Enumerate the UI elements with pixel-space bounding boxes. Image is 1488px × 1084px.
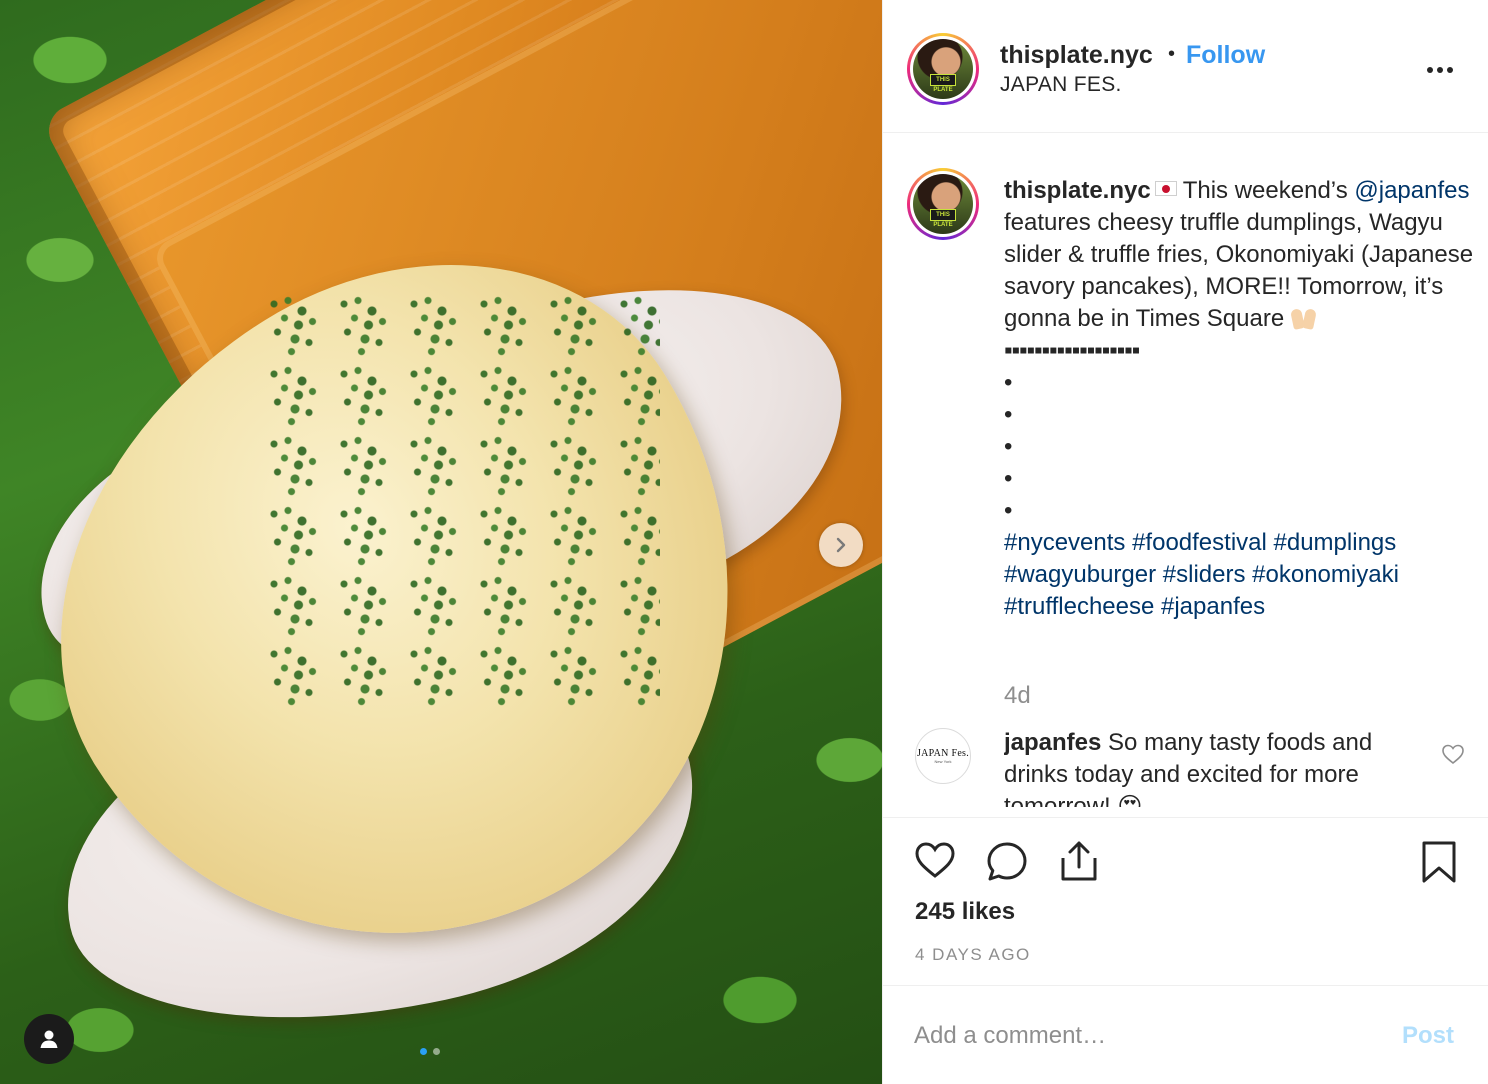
hashtag[interactable]: #nycevents <box>1004 529 1125 556</box>
carousel-dot <box>433 1048 440 1055</box>
commenter-username[interactable]: japanfes <box>1004 729 1101 756</box>
carousel-indicator <box>420 1048 440 1055</box>
post-photo[interactable] <box>0 0 882 1084</box>
post-header: THIS PLATE thisplate.nyc • Follow JAPAN … <box>883 0 1488 133</box>
follow-button[interactable]: Follow <box>1186 41 1265 70</box>
caption-bullet: • <box>1004 369 1013 396</box>
caption-text: This weekend’s <box>1182 177 1348 204</box>
caption-bullet: • <box>1004 401 1013 428</box>
comment-like-icon[interactable] <box>1441 743 1465 765</box>
caption-divider: ▪▪▪▪▪▪▪▪▪▪▪▪▪▪▪▪▪▪ <box>1004 337 1140 364</box>
post-actions: 245 likes 4 DAYS AGO <box>883 817 1488 985</box>
caption-mention[interactable]: @japanfes <box>1354 177 1469 204</box>
author-username[interactable]: thisplate.nyc <box>1000 41 1153 70</box>
hashtag[interactable]: #japanfes <box>1161 593 1265 620</box>
user-tag-icon <box>40 1030 58 1048</box>
comment: japanfes So many tasty foods and drinks … <box>1004 727 1424 807</box>
post-caption: thisplate.nyc This weekend’s @japanfes fe… <box>1004 175 1474 623</box>
post-comment-button[interactable]: Post <box>1402 1022 1454 1050</box>
heart-eyes-icon: 😍 <box>1117 793 1143 807</box>
japan-flag-icon <box>1154 181 1177 196</box>
caption-age[interactable]: 4d <box>1004 682 1031 710</box>
caption-bullet: • <box>1004 465 1013 492</box>
author-avatar[interactable]: THIS PLATE <box>907 33 979 105</box>
chevron-right-icon <box>836 537 846 553</box>
likes-count[interactable]: 245 likes <box>915 898 1015 926</box>
hashtag[interactable]: #foodfestival <box>1132 529 1267 556</box>
caption-bullet: • <box>1004 433 1013 460</box>
carousel-next-button[interactable] <box>819 523 863 567</box>
comment-input[interactable] <box>914 1018 1354 1054</box>
separator-dot: • <box>1168 43 1176 65</box>
user-tag-button[interactable] <box>24 1014 74 1064</box>
commenter-logo-subtext: New York <box>934 759 952 764</box>
hashtag[interactable]: #sliders <box>1163 561 1246 588</box>
post-timestamp[interactable]: 4 DAYS AGO <box>915 945 1031 965</box>
caption-username[interactable]: thisplate.nyc <box>1004 177 1151 204</box>
hashtag[interactable]: #wagyuburger <box>1004 561 1156 588</box>
carousel-dot-active <box>420 1048 427 1055</box>
caption-author-avatar[interactable]: THIS PLATE <box>907 168 979 240</box>
post-location[interactable]: JAPAN FES. <box>1000 73 1122 97</box>
bookmark-icon[interactable] <box>1419 840 1459 884</box>
parsley-garnish <box>260 290 660 710</box>
commenter-avatar[interactable]: JAPAN Fes. New York <box>915 728 971 784</box>
heart-icon[interactable] <box>913 840 957 880</box>
hashtag[interactable]: #trufflecheese <box>1004 593 1154 620</box>
raising-hands-icon <box>1289 307 1317 330</box>
add-comment-bar: Post <box>883 985 1488 1084</box>
hashtag[interactable]: #dumplings <box>1274 529 1397 556</box>
more-options-button[interactable] <box>1427 60 1457 80</box>
post-details-panel: THIS PLATE thisplate.nyc • Follow JAPAN … <box>882 0 1488 1084</box>
caption-bullet: • <box>1004 497 1013 524</box>
share-icon[interactable] <box>1057 840 1101 882</box>
caption-text: features cheesy truffle dumplings, Wagyu… <box>1004 209 1474 332</box>
more-horizontal-icon <box>1427 67 1433 73</box>
hashtag[interactable]: #okonomiyaki <box>1252 561 1399 588</box>
commenter-logo-text: JAPAN Fes. <box>916 748 970 759</box>
comment-icon[interactable] <box>985 840 1029 882</box>
